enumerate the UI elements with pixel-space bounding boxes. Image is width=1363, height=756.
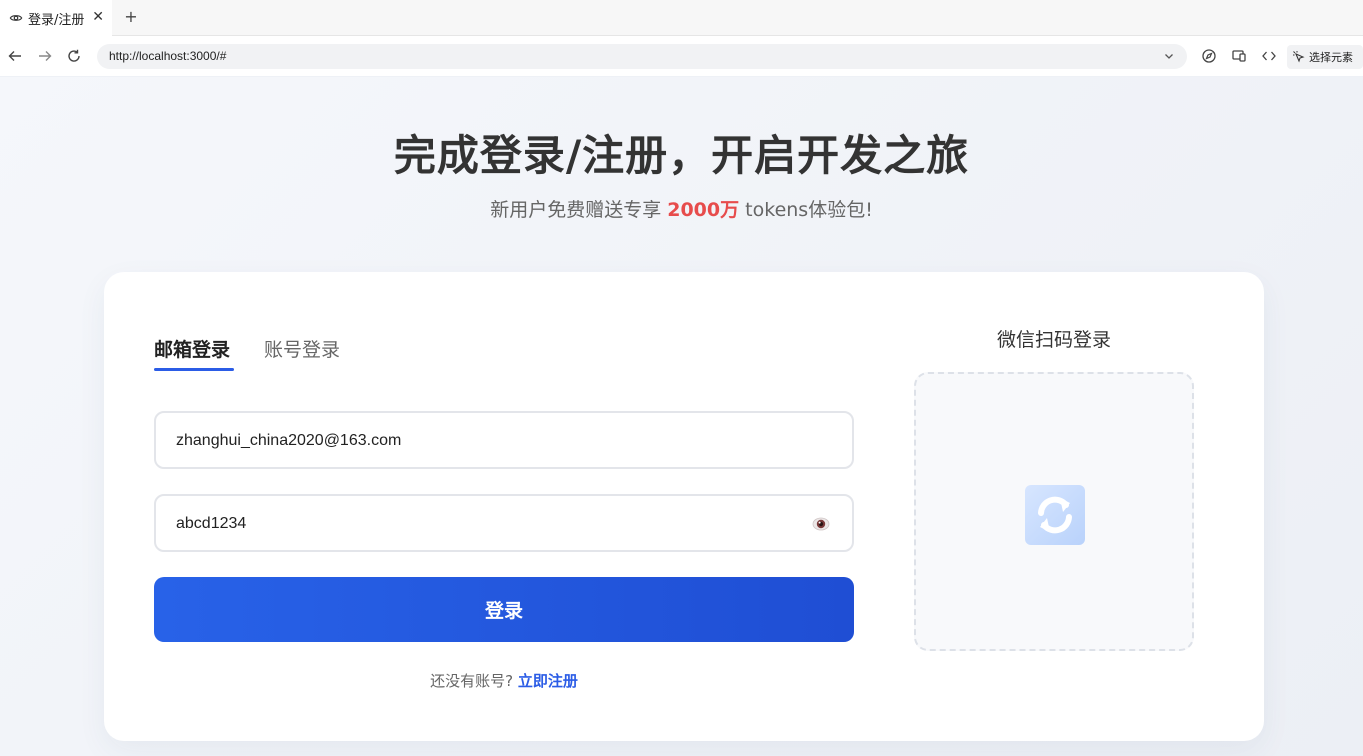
- tab-email-login[interactable]: 邮箱登录: [154, 335, 230, 362]
- email-field[interactable]: [154, 411, 854, 469]
- browser-tab[interactable]: 登录/注册 ✕: [0, 0, 112, 36]
- password-field[interactable]: [154, 494, 854, 552]
- page: 完成登录/注册，开启开发之旅 新用户免费赠送专享 2000万 tokens体验包…: [0, 77, 1363, 756]
- subtitle-highlight: 2000万: [667, 199, 740, 221]
- email-input[interactable]: [176, 429, 796, 453]
- register-prompt: 还没有账号?: [430, 672, 514, 690]
- code-icon[interactable]: [1261, 48, 1277, 64]
- browser-address-bar: http://localhost:3000/# 选择元素: [0, 36, 1363, 76]
- new-tab-button[interactable]: +: [122, 7, 140, 27]
- page-subtitle: 新用户免费赠送专享 2000万 tokens体验包!: [0, 195, 1363, 222]
- reload-button[interactable]: [64, 46, 84, 66]
- url-text: http://localhost:3000/#: [109, 49, 227, 63]
- active-tab-underline: [154, 368, 234, 371]
- cursor-select-icon: [1293, 51, 1305, 63]
- login-card: 邮箱登录 账号登录 登录 还没有账号? 立即注册 微信扫码登录: [104, 272, 1264, 741]
- forward-button[interactable]: [35, 46, 55, 66]
- url-field[interactable]: http://localhost:3000/#: [97, 44, 1187, 69]
- tab-close-button[interactable]: ✕: [92, 9, 104, 25]
- login-button[interactable]: 登录: [154, 577, 854, 642]
- eye-icon: [9, 15, 23, 21]
- subtitle-suffix: tokens体验包!: [739, 199, 873, 221]
- select-element-label: 选择元素: [1309, 51, 1353, 64]
- browser-tab-bar: 登录/注册 ✕ +: [0, 0, 1363, 36]
- register-prompt-line: 还没有账号? 立即注册: [154, 670, 854, 691]
- eye-icon[interactable]: [812, 515, 830, 533]
- wechat-qr-box[interactable]: [914, 372, 1194, 651]
- back-button[interactable]: [5, 46, 25, 66]
- compass-icon[interactable]: [1201, 48, 1217, 64]
- wechat-login-title: 微信扫码登录: [996, 329, 1111, 351]
- arrow-left-icon: [8, 51, 21, 61]
- page-title: 完成登录/注册，开启开发之旅: [393, 131, 970, 180]
- tab-title: 登录/注册: [28, 12, 85, 28]
- device-icon[interactable]: [1231, 48, 1247, 64]
- register-link[interactable]: 立即注册: [518, 672, 578, 690]
- password-input[interactable]: [176, 512, 796, 536]
- tab-account-login[interactable]: 账号登录: [264, 335, 340, 362]
- chevron-down-icon[interactable]: [1163, 50, 1175, 62]
- reload-icon: [68, 49, 80, 62]
- arrow-right-icon: [39, 51, 52, 61]
- refresh-icon[interactable]: [1025, 485, 1085, 545]
- subtitle-prefix: 新用户免费赠送专享: [490, 199, 668, 221]
- select-element-button[interactable]: 选择元素: [1287, 45, 1363, 69]
